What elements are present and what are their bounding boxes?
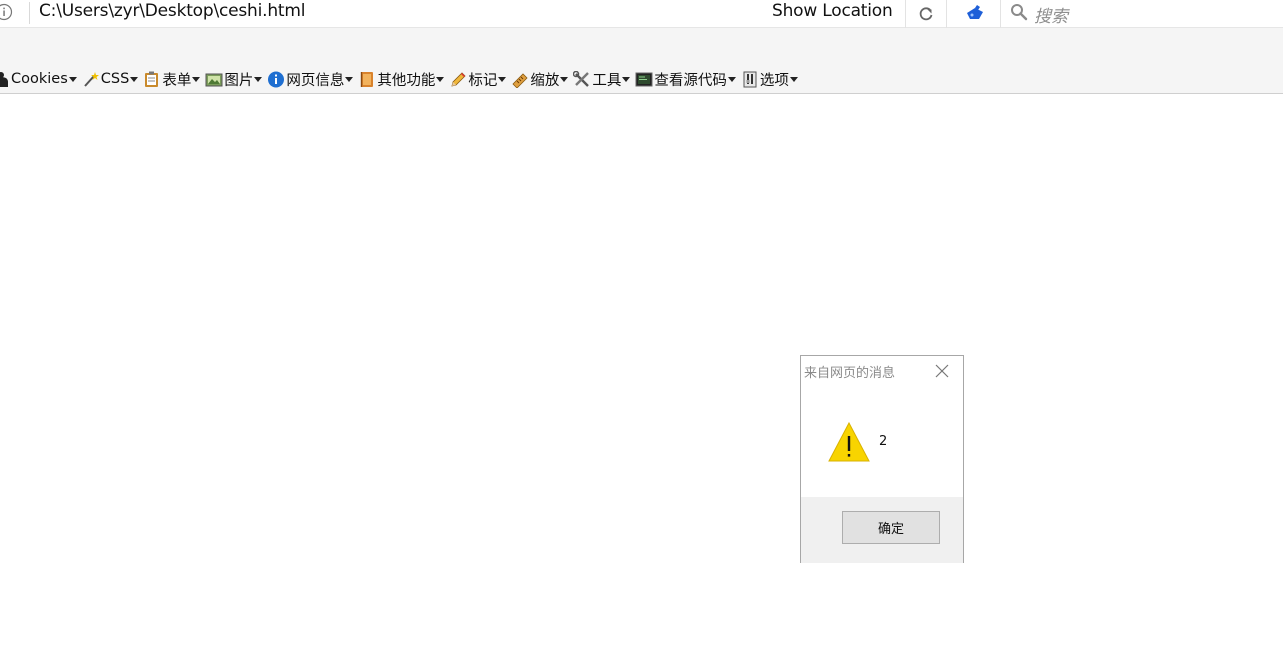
ruler-icon	[511, 71, 529, 88]
url-field[interactable]: C:\Users\zyr\Desktop\ceshi.html	[39, 1, 305, 21]
chevron-down-icon	[622, 77, 631, 82]
puzzle-addon-icon	[967, 5, 983, 19]
toolbar-page-info[interactable]: 网页信息	[267, 68, 354, 90]
toolbar-label: 缩放	[530, 72, 560, 89]
toolbar-cookies[interactable]: Cookies	[0, 68, 77, 90]
search-placeholder: 搜索	[1034, 7, 1068, 27]
chevron-down-icon	[789, 77, 798, 82]
chevron-down-icon	[436, 77, 445, 82]
close-icon[interactable]	[934, 363, 950, 379]
toolbar-label: 工具	[592, 72, 622, 89]
page-info-icon[interactable]	[0, 2, 14, 22]
terminal-icon	[635, 71, 653, 88]
search-box[interactable]: 搜索	[1000, 0, 1283, 28]
toolbar-label: 标记	[468, 72, 498, 89]
reload-button[interactable]	[905, 0, 947, 28]
clipboard-icon	[143, 71, 161, 88]
switch-icon	[741, 71, 759, 88]
chevron-down-icon	[192, 77, 201, 82]
toolbar-forms[interactable]: 表单	[143, 68, 201, 90]
chevron-down-icon	[560, 77, 569, 82]
alert-dialog: 来自网页的消息 2 确定	[800, 355, 964, 563]
toolbar-images[interactable]: 图片	[205, 68, 263, 90]
ok-button[interactable]: 确定	[842, 511, 940, 544]
info-icon	[267, 71, 285, 88]
dialog-message: 2	[879, 434, 888, 449]
address-bar: C:\Users\zyr\Desktop\ceshi.html Show Loc…	[0, 0, 1283, 28]
image-icon	[205, 71, 223, 88]
chevron-down-icon	[68, 77, 77, 82]
toolbar-resize[interactable]: 缩放	[511, 68, 569, 90]
search-icon	[1011, 4, 1028, 21]
toolbar-label: 网页信息	[286, 72, 345, 89]
toolbar-label: 选项	[759, 72, 789, 89]
toolbar-view-source[interactable]: 查看源代码	[635, 68, 736, 90]
chevron-down-icon	[254, 77, 263, 82]
toolbar-options[interactable]: 选项	[741, 68, 798, 90]
toolbar-label: Cookies	[11, 71, 68, 87]
toolbar-tools[interactable]: 工具	[573, 68, 631, 90]
toolbar-label: CSS	[100, 71, 130, 87]
toolbar-css[interactable]: CSS	[82, 68, 139, 90]
toolbar-misc[interactable]: 其他功能	[358, 68, 445, 90]
reload-icon	[919, 7, 933, 21]
tools-icon	[573, 70, 591, 88]
chevron-down-icon	[727, 77, 736, 82]
pencil-icon	[449, 71, 467, 88]
web-developer-toolbar: Cookies CSS 表单 图片 网页信息 其他功能 标记 缩放 工具 查看源…	[0, 68, 803, 90]
address-separator	[29, 2, 30, 24]
cookie-icon	[0, 71, 10, 88]
toolbar-outline[interactable]: 标记	[449, 68, 507, 90]
chevron-down-icon	[130, 77, 139, 82]
dialog-footer: 确定	[801, 497, 963, 563]
wand-icon	[82, 71, 100, 88]
toolbar-label: 查看源代码	[654, 72, 727, 89]
chevron-down-icon	[498, 77, 507, 82]
dialog-title: 来自网页的消息	[804, 366, 896, 381]
book-icon	[358, 71, 376, 88]
chevron-down-icon	[345, 77, 354, 82]
warning-icon	[828, 421, 870, 462]
toolbar-label: 图片	[224, 72, 254, 89]
toolbar-label: 表单	[162, 72, 192, 89]
show-location-button[interactable]: Show Location	[772, 1, 893, 21]
toolbar-label: 其他功能	[377, 72, 436, 89]
addon-button[interactable]	[962, 2, 988, 24]
